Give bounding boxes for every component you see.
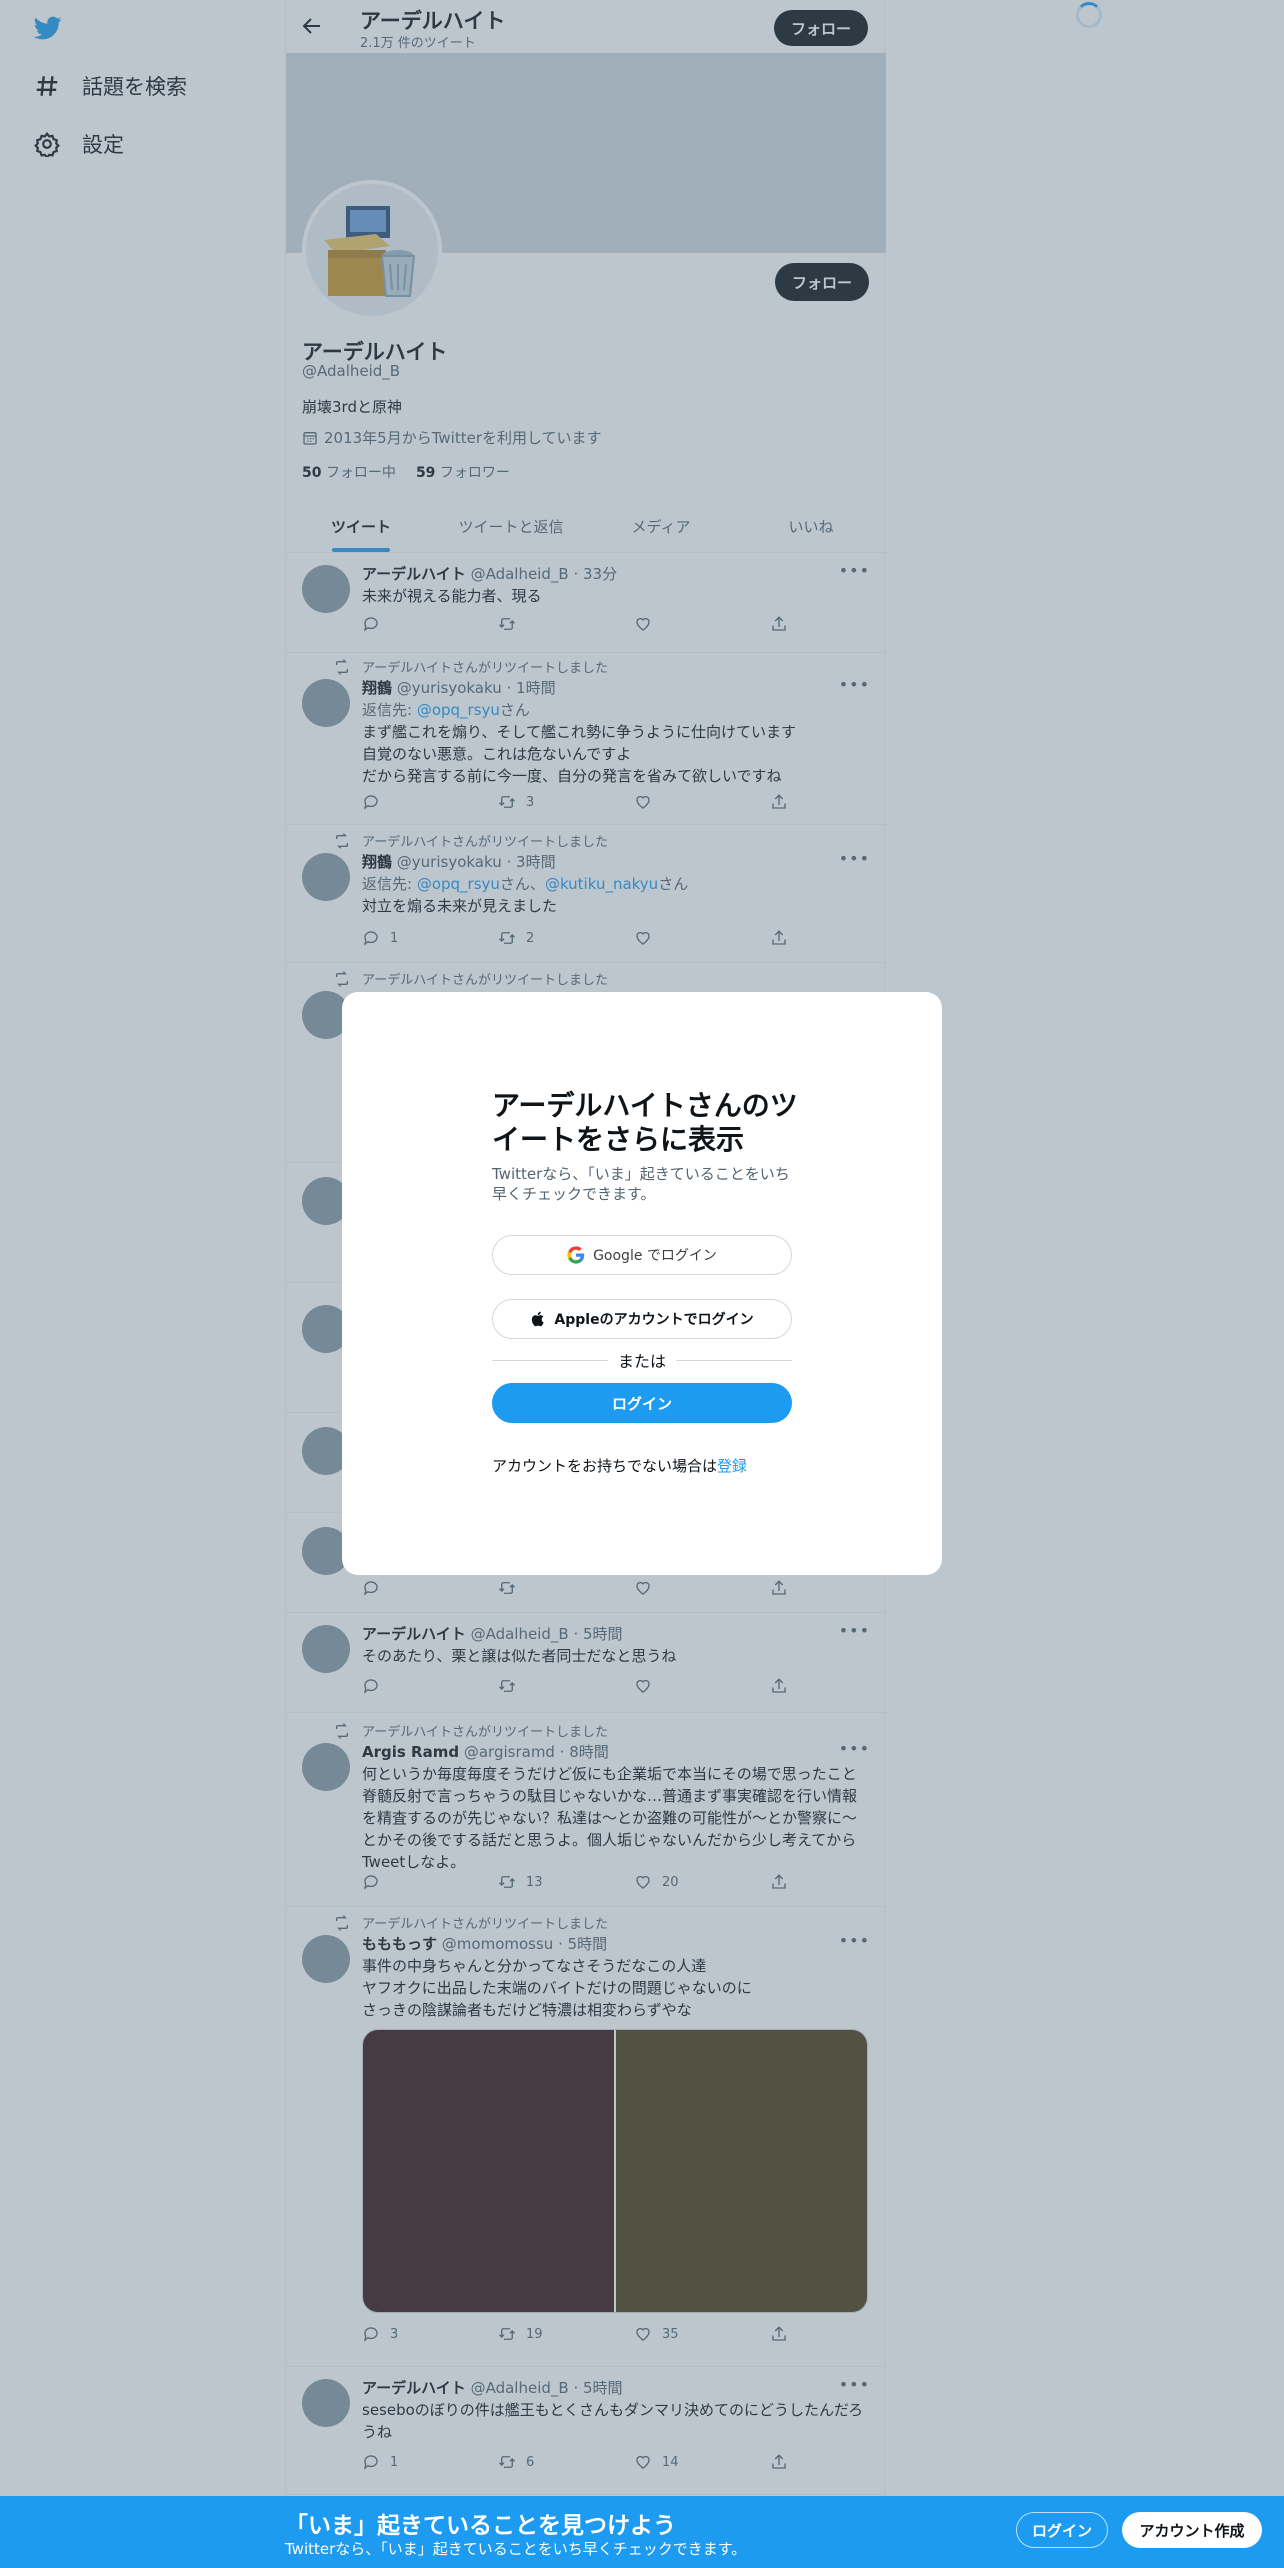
signup-prompt: アカウントをお持ちでない場合は登録 (492, 1455, 747, 1476)
bottom-bar-subtitle: Twitterなら、「いま」起きていることをいち早くチェックできます。 (285, 2540, 747, 2558)
bottom-signup-bar: 「いま」起きていることを見つけよう Twitterなら、「いま」起きていることを… (0, 2496, 1284, 2568)
modal-subtitle: Twitterなら、「いま」起きていることをいち早くチェックできます。 (492, 1165, 790, 1203)
login-modal: アーデルハイトさんのツイートをさらに表示 Twitterなら、「いま」起きている… (342, 992, 942, 1575)
google-icon (567, 1246, 585, 1264)
google-login-label: Google でログイン (593, 1248, 717, 1264)
bottom-signup-button[interactable]: アカウント作成 (1122, 2512, 1262, 2548)
modal-title: アーデルハイトさんのツイートをさらに表示 (492, 1089, 798, 1156)
bottom-login-button[interactable]: ログイン (1016, 2512, 1108, 2548)
apple-login-button[interactable]: Appleのアカウントでログイン (492, 1299, 792, 1339)
apple-icon (532, 1311, 545, 1327)
signup-link[interactable]: 登録 (717, 1457, 747, 1475)
apple-login-label: Appleのアカウントでログイン (554, 1312, 754, 1328)
bottom-bar-title: 「いま」起きていることを見つけよう (285, 2513, 676, 2539)
or-label: または (618, 1352, 667, 1371)
modal-login-button[interactable]: ログイン (492, 1383, 792, 1423)
google-login-button[interactable]: Google でログイン (492, 1235, 792, 1275)
or-divider: または (492, 1350, 793, 1371)
signup-prompt-text: アカウントをお持ちでない場合は (492, 1457, 718, 1475)
page: 話題を検索 設定 アーデルハイト 2.1万 件のツイート フォロー フォロー ア… (0, 0, 1284, 2568)
